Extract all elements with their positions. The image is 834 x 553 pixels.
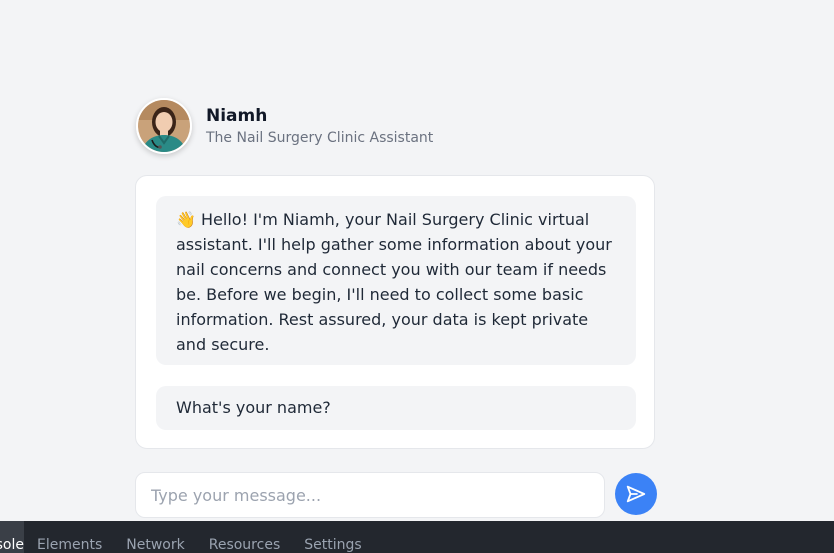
- devtools-bar: Console Elements Network Resources Setti…: [0, 521, 834, 553]
- send-icon: [626, 485, 646, 503]
- assistant-message: 👋 Hello! I'm Niamh, your Nail Surgery Cl…: [156, 196, 636, 365]
- assistant-header: Niamh The Nail Surgery Clinic Assistant: [136, 96, 433, 156]
- tab-elements[interactable]: Elements: [25, 521, 114, 553]
- assistant-photo-icon: [138, 100, 190, 152]
- message-text: Hello! I'm Niamh, your Nail Surgery Clin…: [176, 210, 612, 354]
- assistant-name: Niamh: [206, 105, 268, 126]
- tab-network[interactable]: Network: [114, 521, 196, 553]
- message-text: What's your name?: [176, 398, 331, 417]
- assistant-message: What's your name?: [156, 386, 636, 430]
- tab-resources[interactable]: Resources: [197, 521, 293, 553]
- send-button[interactable]: [615, 473, 657, 515]
- waving-hand-icon: 👋: [176, 210, 196, 229]
- chat-window: 👋 Hello! I'm Niamh, your Nail Surgery Cl…: [135, 175, 655, 449]
- avatar: [136, 98, 192, 154]
- message-input[interactable]: [135, 472, 605, 518]
- assistant-subtitle: The Nail Surgery Clinic Assistant: [206, 129, 434, 146]
- tab-settings[interactable]: Settings: [292, 521, 373, 553]
- tab-console[interactable]: Console: [0, 521, 24, 553]
